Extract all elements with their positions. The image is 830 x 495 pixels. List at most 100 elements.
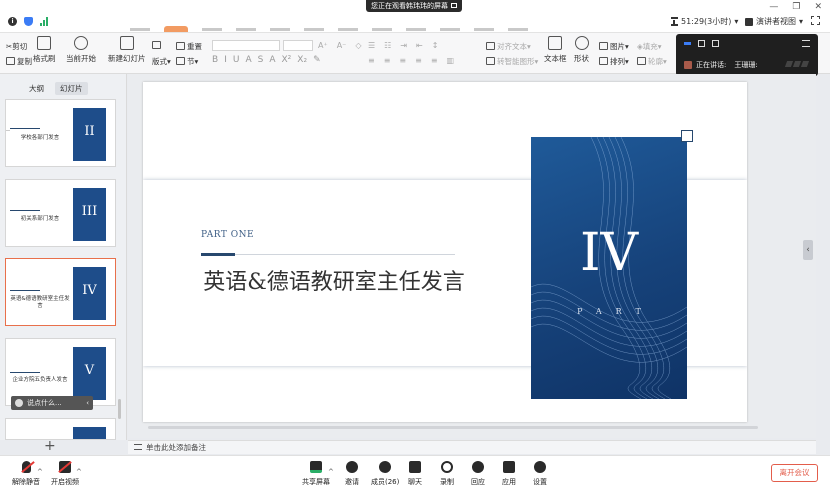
ribbon-tab[interactable] [304, 28, 324, 31]
ribbon-tab[interactable] [372, 28, 392, 31]
new-slide-button[interactable]: 新建幻灯片 [108, 36, 146, 64]
slide-thumbnail[interactable]: 学校各部门发言 II [5, 99, 116, 167]
italic-icon[interactable]: I [224, 55, 227, 65]
clear-format-icon[interactable]: ◇ [355, 41, 361, 50]
ribbon-tab[interactable] [474, 28, 494, 31]
restore-icon[interactable]: ❐ [792, 2, 800, 12]
start-video-button[interactable]: 开启视频 [51, 461, 79, 487]
invite-button[interactable]: 邀请 [345, 461, 359, 487]
reset-button[interactable]: 重置 [176, 41, 202, 52]
slide-thumbnail[interactable]: 初关系部门发言 III [5, 179, 116, 247]
panel-menu-icon[interactable] [802, 40, 810, 47]
line-spacing-icon[interactable]: ↕ [432, 41, 439, 50]
text-box-button[interactable]: 文本框 [544, 36, 567, 64]
tab-slides[interactable]: 幻灯片 [55, 82, 88, 95]
slide-grid-icon[interactable] [152, 41, 163, 50]
slide-thumbnail-selected[interactable]: 英语&德语教研室主任发言 IV [5, 258, 116, 326]
ribbon-tab[interactable] [130, 28, 150, 31]
section-button[interactable]: 节▾ [176, 56, 198, 67]
font-family-select[interactable] [212, 40, 280, 51]
columns-icon[interactable]: ▥ [447, 56, 455, 65]
arrange-button[interactable]: 排列▾ [599, 56, 629, 67]
font-color-icon[interactable]: A [269, 55, 275, 65]
ribbon-tab[interactable] [338, 28, 358, 31]
underline-icon[interactable]: U [233, 55, 240, 65]
chat-button[interactable]: 聊天 [408, 461, 422, 487]
align-center-icon[interactable]: ≡ [384, 56, 391, 65]
minimize-icon[interactable]: — [769, 2, 778, 12]
presenter-view-button[interactable]: 演讲者视图 ▾ [745, 16, 803, 27]
list-icon[interactable] [712, 40, 719, 47]
slide-title[interactable]: 英语&德语教研室主任发言 [193, 268, 475, 298]
members-button[interactable]: 成员(26) [371, 461, 399, 487]
subscript-icon[interactable]: X₂ [297, 55, 307, 65]
apps-button[interactable]: 应用 [502, 461, 516, 487]
shrink-font-icon[interactable]: A⁻ [337, 41, 347, 50]
picture-button[interactable]: 图片▾ [599, 41, 629, 52]
horizontal-scrollbar[interactable] [148, 426, 758, 429]
superscript-icon[interactable]: X² [282, 55, 292, 65]
share-screen-button[interactable]: 共享屏幕 [302, 461, 330, 487]
leave-meeting-button[interactable]: 离开会议 [771, 464, 818, 482]
outline-button[interactable]: 轮廓▾ [637, 56, 667, 67]
layout-button[interactable]: 版式▾ [152, 56, 171, 67]
info-icon[interactable]: i [8, 17, 17, 26]
smartart-button[interactable]: 转智能图形▾ [486, 56, 538, 67]
unmute-button[interactable]: 解除静音 [12, 461, 40, 487]
close-icon[interactable]: ✕ [814, 2, 822, 12]
shape-button[interactable]: 形状 [574, 36, 589, 64]
ribbon-tab[interactable] [202, 28, 222, 31]
font-size-select[interactable] [283, 40, 313, 51]
emoji-icon[interactable] [15, 399, 23, 407]
chevron-left-icon[interactable]: ‹ [86, 396, 89, 410]
chevron-up-icon[interactable]: ^ [76, 468, 82, 476]
slide-thumbnail[interactable] [5, 418, 116, 440]
bold-icon[interactable]: B [212, 55, 218, 65]
comment-input[interactable]: 说点什么... ‹ [11, 396, 93, 410]
add-slide-button[interactable]: + [44, 438, 56, 454]
cut-button[interactable]: ✂剪切 [6, 41, 27, 52]
minimize-panel-icon[interactable] [684, 42, 691, 45]
chevron-left-icon[interactable]: ‹ [803, 240, 813, 260]
highlight-icon[interactable]: ✎ [313, 55, 321, 65]
bullet-list-icon[interactable]: ☰ [368, 41, 375, 50]
ribbon-tab[interactable] [236, 28, 256, 31]
strikethrough-icon[interactable]: A [245, 55, 251, 65]
align-right-icon[interactable]: ≡ [399, 56, 406, 65]
security-shield-icon[interactable] [24, 17, 33, 26]
part-label[interactable]: PART ONE [201, 230, 254, 240]
outdent-icon[interactable]: ⇤ [416, 41, 423, 50]
align-text-button[interactable]: 对齐文本▾ [486, 41, 531, 52]
play-from-current-button[interactable]: 当前开始 [66, 36, 96, 64]
pane-scrollbar[interactable] [118, 399, 121, 419]
expand-icon[interactable] [451, 3, 457, 8]
grow-font-icon[interactable]: A⁺ [318, 41, 328, 50]
record-button[interactable]: 录制 [440, 461, 454, 487]
distribute-icon[interactable]: ≡ [431, 56, 438, 65]
tab-outline[interactable]: 大纲 [24, 82, 49, 95]
fullscreen-icon[interactable] [811, 16, 820, 25]
cover-image[interactable]: IV PART [531, 137, 687, 399]
window-icon[interactable] [698, 40, 705, 47]
reactions-button[interactable]: 回应 [471, 461, 485, 487]
ribbon-tab[interactable] [270, 28, 290, 31]
chevron-up-icon[interactable]: ^ [37, 468, 43, 476]
chevron-down-icon[interactable]: ▾ [734, 17, 738, 26]
format-painter-button[interactable]: 格式刷 [33, 36, 56, 64]
meeting-float-panel[interactable]: 正在讲话: 王珊珊: [676, 34, 818, 76]
shadow-icon[interactable]: S [258, 55, 264, 65]
settings-button[interactable]: 设置 [533, 461, 547, 487]
number-list-icon[interactable]: ☷ [384, 41, 391, 50]
network-signal-icon[interactable] [40, 17, 48, 26]
notes-bar[interactable]: 单击此处添加备注 [128, 440, 816, 454]
chevron-up-icon[interactable]: ^ [328, 468, 334, 476]
ribbon-tab[interactable] [406, 28, 426, 31]
current-slide[interactable]: PART ONE 英语&德语教研室主任发言 IV PART [143, 82, 747, 422]
resize-handle[interactable] [681, 130, 693, 142]
ribbon-tab[interactable] [440, 28, 460, 31]
ribbon-tab-active[interactable] [164, 26, 188, 32]
fill-button[interactable]: ◈填充▾ [637, 41, 662, 52]
indent-icon[interactable]: ⇥ [400, 41, 407, 50]
ribbon-tab[interactable] [508, 28, 528, 31]
align-left-icon[interactable]: ≡ [368, 56, 375, 65]
